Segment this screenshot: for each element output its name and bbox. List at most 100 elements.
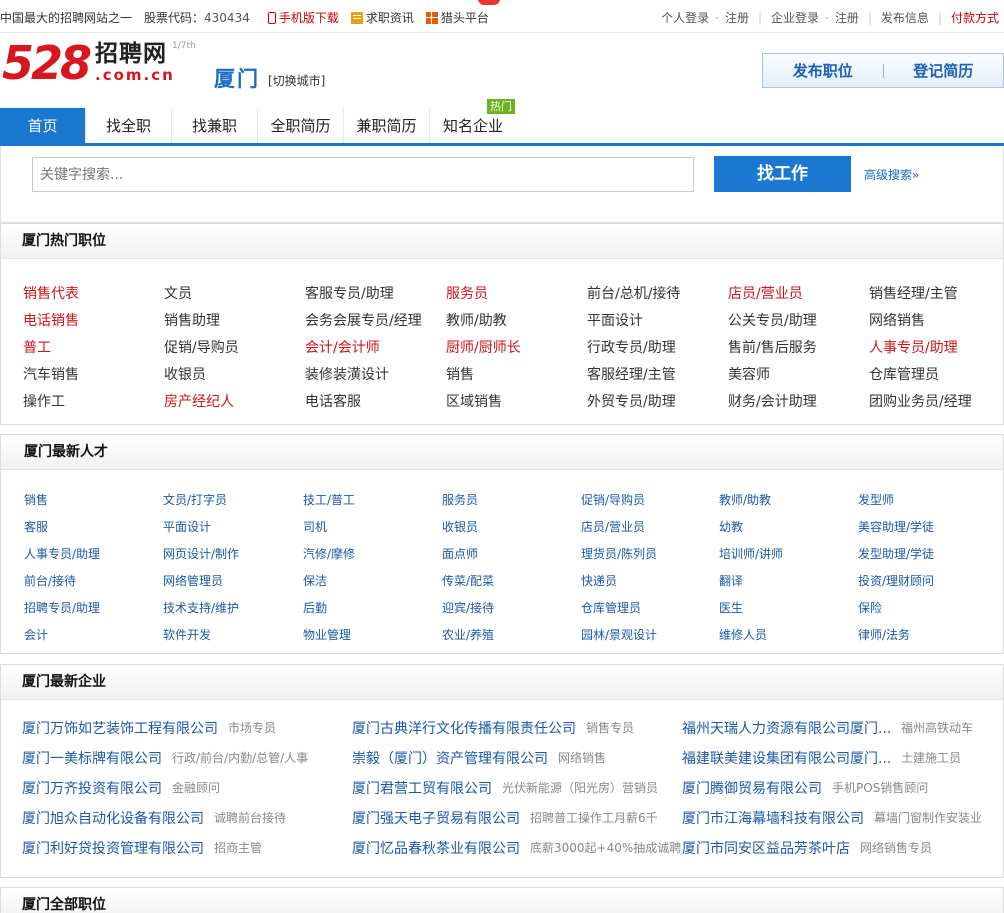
register-link[interactable]: 注册 bbox=[725, 9, 749, 26]
find-job-button[interactable]: 找工作 bbox=[714, 156, 851, 192]
company-position-link[interactable]: 诚聘前台接待 bbox=[214, 809, 286, 826]
hunter-platform-link[interactable]: 猎头平台 bbox=[425, 9, 489, 26]
talent-category-link[interactable]: 招聘专员/助理 bbox=[24, 599, 100, 616]
talent-category-link[interactable]: 司机 bbox=[303, 518, 327, 535]
talent-category-link[interactable]: 投资/理财顾问 bbox=[858, 572, 934, 589]
switch-city-link[interactable]: [切换城市] bbox=[268, 72, 325, 89]
company-position-link[interactable]: 行政/前台/内勤/总管/人事 bbox=[172, 749, 308, 766]
talent-category-link[interactable]: 技术支持/维护 bbox=[163, 599, 239, 616]
talent-category-link[interactable]: 园林/景观设计 bbox=[581, 626, 657, 643]
talent-category-link[interactable]: 文员/打字员 bbox=[163, 491, 227, 508]
company-name-link[interactable]: 厦门利好贷投资管理有限公司 bbox=[22, 838, 204, 858]
talent-category-link[interactable]: 保洁 bbox=[303, 572, 327, 589]
hot-job-link[interactable]: 团购业务员/经理 bbox=[869, 391, 972, 411]
hot-job-link[interactable]: 售前/售后服务 bbox=[728, 337, 817, 357]
company-position-link[interactable]: 招聘普工操作工月薪6千 bbox=[530, 809, 658, 826]
hot-job-link[interactable]: 装修装潢设计 bbox=[305, 364, 389, 384]
talent-category-link[interactable]: 律师/法务 bbox=[858, 626, 910, 643]
talent-category-link[interactable]: 传菜/配菜 bbox=[442, 572, 494, 589]
hot-job-link[interactable]: 客服专员/助理 bbox=[305, 283, 394, 303]
keyword-search-input[interactable] bbox=[32, 157, 694, 192]
talent-category-link[interactable]: 人事专员/助理 bbox=[24, 545, 100, 562]
tab-home[interactable]: 首页 bbox=[0, 108, 86, 143]
company-register-link[interactable]: 注册 bbox=[835, 9, 859, 26]
talent-category-link[interactable]: 物业管理 bbox=[303, 626, 351, 643]
company-name-link[interactable]: 厦门忆品春秋茶业有限公司 bbox=[352, 838, 520, 858]
job-news-link[interactable]: 求职资讯 bbox=[350, 9, 414, 26]
hot-job-link[interactable]: 客服经理/主管 bbox=[587, 364, 676, 384]
company-position-link[interactable]: 幕墙门窗制作安装业 bbox=[874, 809, 982, 826]
company-name-link[interactable]: 崇毅（厦门）资产管理有限公司 bbox=[352, 748, 548, 768]
hot-job-link[interactable]: 房产经纪人 bbox=[164, 391, 234, 411]
talent-category-link[interactable]: 汽修/摩修 bbox=[303, 545, 355, 562]
publish-info-link[interactable]: 发布信息 bbox=[881, 9, 929, 26]
tab-part-time-resumes[interactable]: 兼职简历 bbox=[344, 108, 430, 143]
hot-job-link[interactable]: 仓库管理员 bbox=[869, 364, 939, 384]
talent-category-link[interactable]: 快递员 bbox=[581, 572, 617, 589]
hot-job-link[interactable]: 销售代表 bbox=[23, 283, 79, 303]
talent-category-link[interactable]: 客服 bbox=[24, 518, 48, 535]
personal-login-link[interactable]: 个人登录 bbox=[661, 9, 709, 26]
talent-category-link[interactable]: 后勤 bbox=[303, 599, 327, 616]
hot-job-link[interactable]: 会务会展专员/经理 bbox=[305, 310, 422, 330]
company-name-link[interactable]: 厦门腾御贸易有限公司 bbox=[682, 778, 822, 798]
site-logo[interactable]: 528 招聘网 .com.cn bbox=[2, 39, 175, 87]
hot-job-link[interactable]: 销售经理/主管 bbox=[869, 283, 958, 303]
talent-category-link[interactable]: 教师/助教 bbox=[719, 491, 771, 508]
company-name-link[interactable]: 厦门万饰如艺装饰工程有限公司 bbox=[22, 718, 218, 738]
hot-job-link[interactable]: 美容师 bbox=[728, 364, 770, 384]
talent-category-link[interactable]: 促销/导购员 bbox=[581, 491, 645, 508]
talent-category-link[interactable]: 保险 bbox=[858, 599, 882, 616]
hot-job-link[interactable]: 促销/导购员 bbox=[164, 337, 239, 357]
talent-category-link[interactable]: 店员/营业员 bbox=[581, 518, 645, 535]
hot-job-link[interactable]: 行政专员/助理 bbox=[587, 337, 676, 357]
company-name-link[interactable]: 厦门君营工贸有限公司 bbox=[352, 778, 492, 798]
company-name-link[interactable]: 厦门旭众自动化设备有限公司 bbox=[22, 808, 204, 828]
advanced-search-link[interactable]: 高级搜索» bbox=[864, 166, 919, 183]
hot-job-link[interactable]: 电话销售 bbox=[23, 310, 79, 330]
register-resume-button[interactable]: 登记简历 bbox=[884, 60, 1004, 81]
hot-job-link[interactable]: 平面设计 bbox=[587, 310, 643, 330]
company-name-link[interactable]: 厦门市同安区益品芳茶叶店 bbox=[682, 838, 850, 858]
company-name-link[interactable]: 福建联美建设集团有限公司厦门... bbox=[682, 748, 891, 768]
tab-part-time-jobs[interactable]: 找兼职 bbox=[172, 108, 258, 143]
talent-category-link[interactable]: 仓库管理员 bbox=[581, 599, 641, 616]
company-position-link[interactable]: 土建施工员 bbox=[901, 749, 961, 766]
hot-job-link[interactable]: 文员 bbox=[164, 283, 192, 303]
hot-job-link[interactable]: 销售助理 bbox=[164, 310, 220, 330]
talent-category-link[interactable]: 维修人员 bbox=[719, 626, 767, 643]
talent-category-link[interactable]: 美容助理/学徒 bbox=[858, 518, 934, 535]
talent-category-link[interactable]: 会计 bbox=[24, 626, 48, 643]
company-position-link[interactable]: 网络销售 bbox=[558, 749, 606, 766]
company-position-link[interactable]: 招商主管 bbox=[214, 839, 262, 856]
tab-full-time-jobs[interactable]: 找全职 bbox=[86, 108, 172, 143]
tab-full-time-resumes[interactable]: 全职简历 bbox=[258, 108, 344, 143]
hot-job-link[interactable]: 汽车销售 bbox=[23, 364, 79, 384]
hot-job-link[interactable]: 外贸专员/助理 bbox=[587, 391, 676, 411]
hot-job-link[interactable]: 销售 bbox=[446, 364, 474, 384]
hot-job-link[interactable]: 厨师/厨师长 bbox=[446, 337, 521, 357]
company-name-link[interactable]: 厦门市江海幕墙科技有限公司 bbox=[682, 808, 864, 828]
talent-category-link[interactable]: 翻译 bbox=[719, 572, 743, 589]
talent-category-link[interactable]: 医生 bbox=[719, 599, 743, 616]
company-position-link[interactable]: 市场专员 bbox=[228, 719, 276, 736]
talent-category-link[interactable]: 培训师/讲师 bbox=[719, 545, 783, 562]
company-position-link[interactable]: 手机POS销售顾问 bbox=[832, 779, 928, 796]
hot-job-link[interactable]: 收银员 bbox=[164, 364, 206, 384]
company-position-link[interactable]: 网络销售专员 bbox=[860, 839, 932, 856]
hot-job-link[interactable]: 操作工 bbox=[23, 391, 65, 411]
company-login-link[interactable]: 企业登录 bbox=[771, 9, 819, 26]
talent-category-link[interactable]: 农业/养殖 bbox=[442, 626, 494, 643]
hot-job-link[interactable]: 普工 bbox=[23, 337, 51, 357]
company-name-link[interactable]: 福州天瑞人力资源有限公司厦门... bbox=[682, 718, 891, 738]
talent-category-link[interactable]: 发型助理/学徒 bbox=[858, 545, 934, 562]
talent-category-link[interactable]: 销售 bbox=[24, 491, 48, 508]
post-job-button[interactable]: 发布职位 bbox=[763, 60, 883, 81]
company-position-link[interactable]: 金融顾问 bbox=[172, 779, 220, 796]
mobile-download-link[interactable]: 手机版下载 bbox=[267, 9, 339, 26]
company-name-link[interactable]: 厦门古典洋行文化传播有限责任公司 bbox=[352, 718, 576, 738]
hot-job-link[interactable]: 区域销售 bbox=[446, 391, 502, 411]
talent-category-link[interactable]: 平面设计 bbox=[163, 518, 211, 535]
hot-job-link[interactable]: 网络销售 bbox=[869, 310, 925, 330]
hot-job-link[interactable]: 教师/助教 bbox=[446, 310, 507, 330]
